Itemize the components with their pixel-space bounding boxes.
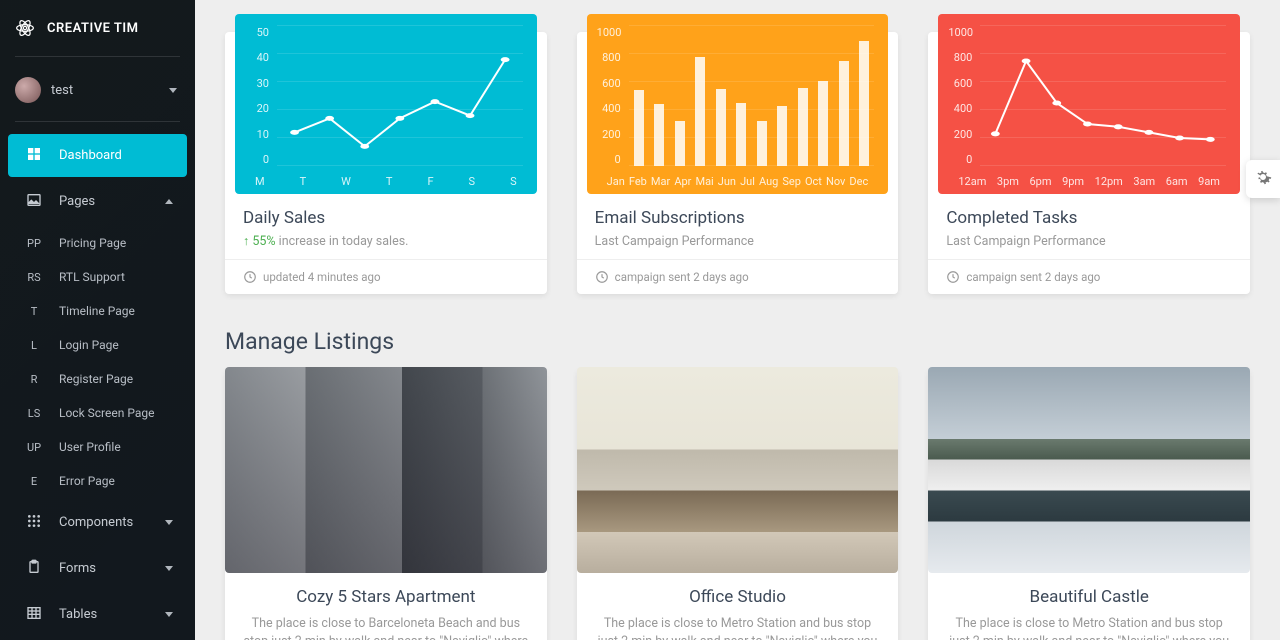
sidebar-item-components[interactable]: Components xyxy=(8,501,187,544)
chart-daily-sales: 50403020100 MTWTFSS xyxy=(235,14,537,194)
chevron-down-icon xyxy=(165,520,173,525)
gear-icon xyxy=(1254,168,1272,186)
chevron-down-icon xyxy=(169,88,177,93)
card-title: Daily Sales xyxy=(243,208,529,228)
user-name: test xyxy=(51,83,73,98)
card-title: Completed Tasks xyxy=(946,208,1232,228)
listing-title[interactable]: Office Studio xyxy=(595,587,881,607)
sidebar-item-timeline[interactable]: TTimeline Page xyxy=(8,294,187,328)
brand[interactable]: CREATIVE TIM xyxy=(0,0,195,56)
table-icon xyxy=(23,605,45,624)
listing-card: Beautiful Castle The place is close to M… xyxy=(928,369,1250,640)
listing-image[interactable] xyxy=(577,367,899,573)
card-subtitle: Last Campaign Performance xyxy=(946,234,1232,249)
sidebar-item-pricing[interactable]: PPPricing Page xyxy=(8,226,187,260)
divider xyxy=(15,56,180,57)
sidebar-item-forms[interactable]: Forms xyxy=(8,547,187,590)
sidebar-item-label: Pages xyxy=(59,194,95,209)
card-email-subs: 10008006004002000 JanFebMarAprMaiJunJulA… xyxy=(577,32,899,294)
sidebar-item-label: Tables xyxy=(59,607,97,622)
chevron-up-icon xyxy=(165,199,173,204)
listing-card: Office Studio The place is close to Metr… xyxy=(577,369,899,640)
sidebar-item-label: Forms xyxy=(59,561,96,576)
sidebar-item-login[interactable]: LLogin Page xyxy=(8,328,187,362)
card-subtitle: ↑ 55% increase in today sales. xyxy=(243,234,529,249)
chevron-down-icon xyxy=(165,612,173,617)
divider xyxy=(15,121,180,122)
card-footer: campaign sent 2 days ago xyxy=(577,259,899,294)
listing-image[interactable] xyxy=(928,367,1250,573)
card-footer: campaign sent 2 days ago xyxy=(928,259,1250,294)
clock-icon xyxy=(243,270,257,284)
user-menu[interactable]: test xyxy=(0,69,195,121)
sidebar-item-tables[interactable]: Tables xyxy=(8,593,187,636)
card-subtitle: Last Campaign Performance xyxy=(595,234,881,249)
card-daily-sales: 50403020100 MTWTFSS Daily Sales ↑ 55% in… xyxy=(225,32,547,294)
listing-card: Cozy 5 Stars Apartment The place is clos… xyxy=(225,369,547,640)
clipboard-icon xyxy=(23,559,45,578)
sidebar-item-dashboard[interactable]: Dashboard xyxy=(8,134,187,177)
section-title-listings: Manage Listings xyxy=(225,328,1250,355)
sidebar-item-error[interactable]: EError Page xyxy=(8,464,187,498)
main-content: 50403020100 MTWTFSS Daily Sales ↑ 55% in… xyxy=(195,0,1280,640)
listing-title[interactable]: Cozy 5 Stars Apartment xyxy=(243,587,529,607)
listing-image[interactable] xyxy=(225,367,547,573)
listing-title[interactable]: Beautiful Castle xyxy=(946,587,1232,607)
card-footer: updated 4 minutes ago xyxy=(225,259,547,294)
sidebar-item-rtl[interactable]: RSRTL Support xyxy=(8,260,187,294)
arrow-up-icon: ↑ xyxy=(243,234,252,249)
clock-icon xyxy=(595,270,609,284)
grid-icon xyxy=(23,513,45,532)
sidebar-item-label: Components xyxy=(59,515,133,530)
sidebar-item-label: Dashboard xyxy=(59,148,122,163)
sidebar-item-pages[interactable]: Pages xyxy=(8,180,187,223)
sidebar: CREATIVE TIM test Dashboard Pages PPPric… xyxy=(0,0,195,640)
sidebar-item-profile[interactable]: UPUser Profile xyxy=(8,430,187,464)
listing-description: The place is close to Metro Station and … xyxy=(595,615,881,640)
sidebar-item-lock[interactable]: LSLock Screen Page xyxy=(8,396,187,430)
logo-icon xyxy=(15,18,35,38)
sidebar-item-register[interactable]: RRegister Page xyxy=(8,362,187,396)
brand-label: CREATIVE TIM xyxy=(47,21,139,36)
card-title: Email Subscriptions xyxy=(595,208,881,228)
listing-description: The place is close to Barceloneta Beach … xyxy=(243,615,529,640)
avatar xyxy=(15,77,41,103)
chart-completed-tasks: 10008006004002000 12am3pm6pm9pm12pm3am6a… xyxy=(938,14,1240,194)
chevron-down-icon xyxy=(165,566,173,571)
clock-icon xyxy=(946,270,960,284)
card-completed-tasks: 10008006004002000 12am3pm6pm9pm12pm3am6a… xyxy=(928,32,1250,294)
image-icon xyxy=(23,192,45,211)
settings-toggle[interactable] xyxy=(1246,160,1280,198)
chart-email-subs: 10008006004002000 JanFebMarAprMaiJunJulA… xyxy=(587,14,889,194)
listing-description: The place is close to Metro Station and … xyxy=(946,615,1232,640)
dashboard-icon xyxy=(23,146,45,165)
